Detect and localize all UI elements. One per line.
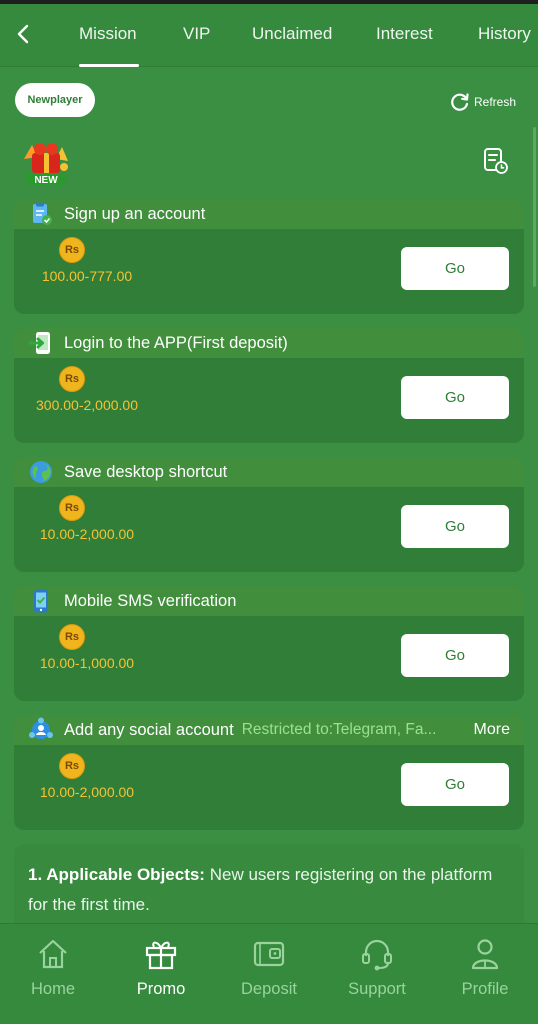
nav-home-label: Home: [30, 980, 75, 998]
go-button[interactable]: Go: [401, 505, 509, 548]
globe-icon: [30, 461, 52, 483]
nav-promo-label: Promo: [136, 980, 186, 998]
task-card: Add any social account Restricted to:Tel…: [14, 715, 524, 830]
task-card-header: Sign up an account: [14, 199, 524, 229]
user-icon: [471, 939, 499, 970]
rules-heading: 1. Applicable Objects:: [28, 865, 205, 884]
rules-panel: 1. Applicable Objects: New users registe…: [14, 844, 524, 923]
task-card-header: Add any social account Restricted to:Tel…: [14, 715, 524, 745]
task-reward-amount: 300.00-2,000.00: [36, 397, 138, 413]
new-gift-badge-icon: NEW: [24, 143, 68, 186]
nav-deposit[interactable]: Deposit: [224, 936, 314, 999]
phone-login-icon: [28, 332, 50, 354]
task-card: Mobile SMS verification Rs 10.00-1,000.0…: [14, 586, 524, 701]
task-record-icon[interactable]: [483, 147, 509, 175]
go-button[interactable]: Go: [401, 247, 509, 290]
tab-history[interactable]: History: [478, 24, 531, 44]
rupee-coin-icon: Rs: [59, 237, 85, 263]
scrollbar[interactable]: [533, 127, 536, 287]
task-card: Sign up an account Rs 100.00-777.00 Go: [14, 199, 524, 314]
mobile-icon: [34, 589, 48, 613]
rupee-coin-icon: Rs: [59, 495, 85, 521]
top-tab-bar: Mission VIP Unclaimed Interest History: [0, 4, 538, 67]
task-reward-amount: 10.00-2,000.00: [39, 526, 135, 542]
mission-content[interactable]: Newplayer Refresh NEW Sign up an account…: [0, 67, 538, 923]
task-card: Save desktop shortcut Rs 10.00-2,000.00 …: [14, 457, 524, 572]
home-icon: [39, 939, 67, 969]
nav-promo[interactable]: Promo: [116, 936, 206, 999]
task-title: Add any social account: [64, 720, 234, 739]
nav-support[interactable]: Support: [332, 936, 422, 999]
new-badge-text: NEW: [34, 175, 58, 186]
newplayer-filter-chip[interactable]: Newplayer: [15, 83, 95, 117]
tab-unclaimed[interactable]: Unclaimed: [252, 24, 332, 44]
nav-support-label: Support: [348, 980, 406, 998]
go-button[interactable]: Go: [401, 763, 509, 806]
tab-vip[interactable]: VIP: [183, 24, 210, 44]
task-title: Login to the APP(First deposit): [64, 333, 288, 352]
rupee-coin-icon: Rs: [59, 624, 85, 650]
task-restriction-text: Restricted to:Telegram, Fa...: [241, 721, 437, 738]
go-button[interactable]: Go: [401, 634, 509, 677]
task-card-header: Mobile SMS verification: [14, 586, 524, 616]
rupee-coin-icon: Rs: [59, 366, 85, 392]
nav-deposit-label: Deposit: [241, 980, 297, 998]
nav-profile-label: Profile: [461, 980, 509, 998]
social-icon: [29, 717, 53, 739]
task-title: Mobile SMS verification: [64, 591, 237, 610]
more-link[interactable]: More: [474, 721, 510, 739]
clipboard-check-icon: [33, 202, 52, 225]
gift-icon: [145, 941, 177, 970]
refresh-icon: [451, 93, 469, 111]
nav-home[interactable]: Home: [8, 936, 98, 999]
rupee-coin-icon: Rs: [59, 753, 85, 779]
bottom-nav-bar: Home Promo Deposit Support Profile: [0, 923, 538, 1024]
task-card: Login to the APP(First deposit) Rs 300.0…: [14, 328, 524, 443]
task-title: Save desktop shortcut: [64, 462, 228, 481]
task-card-header: Save desktop shortcut: [14, 457, 524, 487]
tab-mission[interactable]: Mission: [79, 24, 137, 44]
task-reward-amount: 10.00-1,000.00: [39, 655, 135, 671]
go-button[interactable]: Go: [401, 376, 509, 419]
wallet-icon: [253, 941, 285, 967]
task-card-header: Login to the APP(First deposit): [14, 328, 524, 358]
refresh-label: Refresh: [474, 95, 517, 109]
nav-profile[interactable]: Profile: [440, 936, 530, 999]
task-reward-amount: 100.00-777.00: [41, 268, 133, 284]
refresh-button[interactable]: Refresh: [449, 91, 516, 113]
headset-icon: [362, 939, 392, 971]
task-title: Sign up an account: [64, 204, 206, 223]
back-arrow-icon[interactable]: [10, 20, 38, 48]
task-reward-amount: 10.00-2,000.00: [39, 784, 135, 800]
tab-interest[interactable]: Interest: [376, 24, 433, 44]
